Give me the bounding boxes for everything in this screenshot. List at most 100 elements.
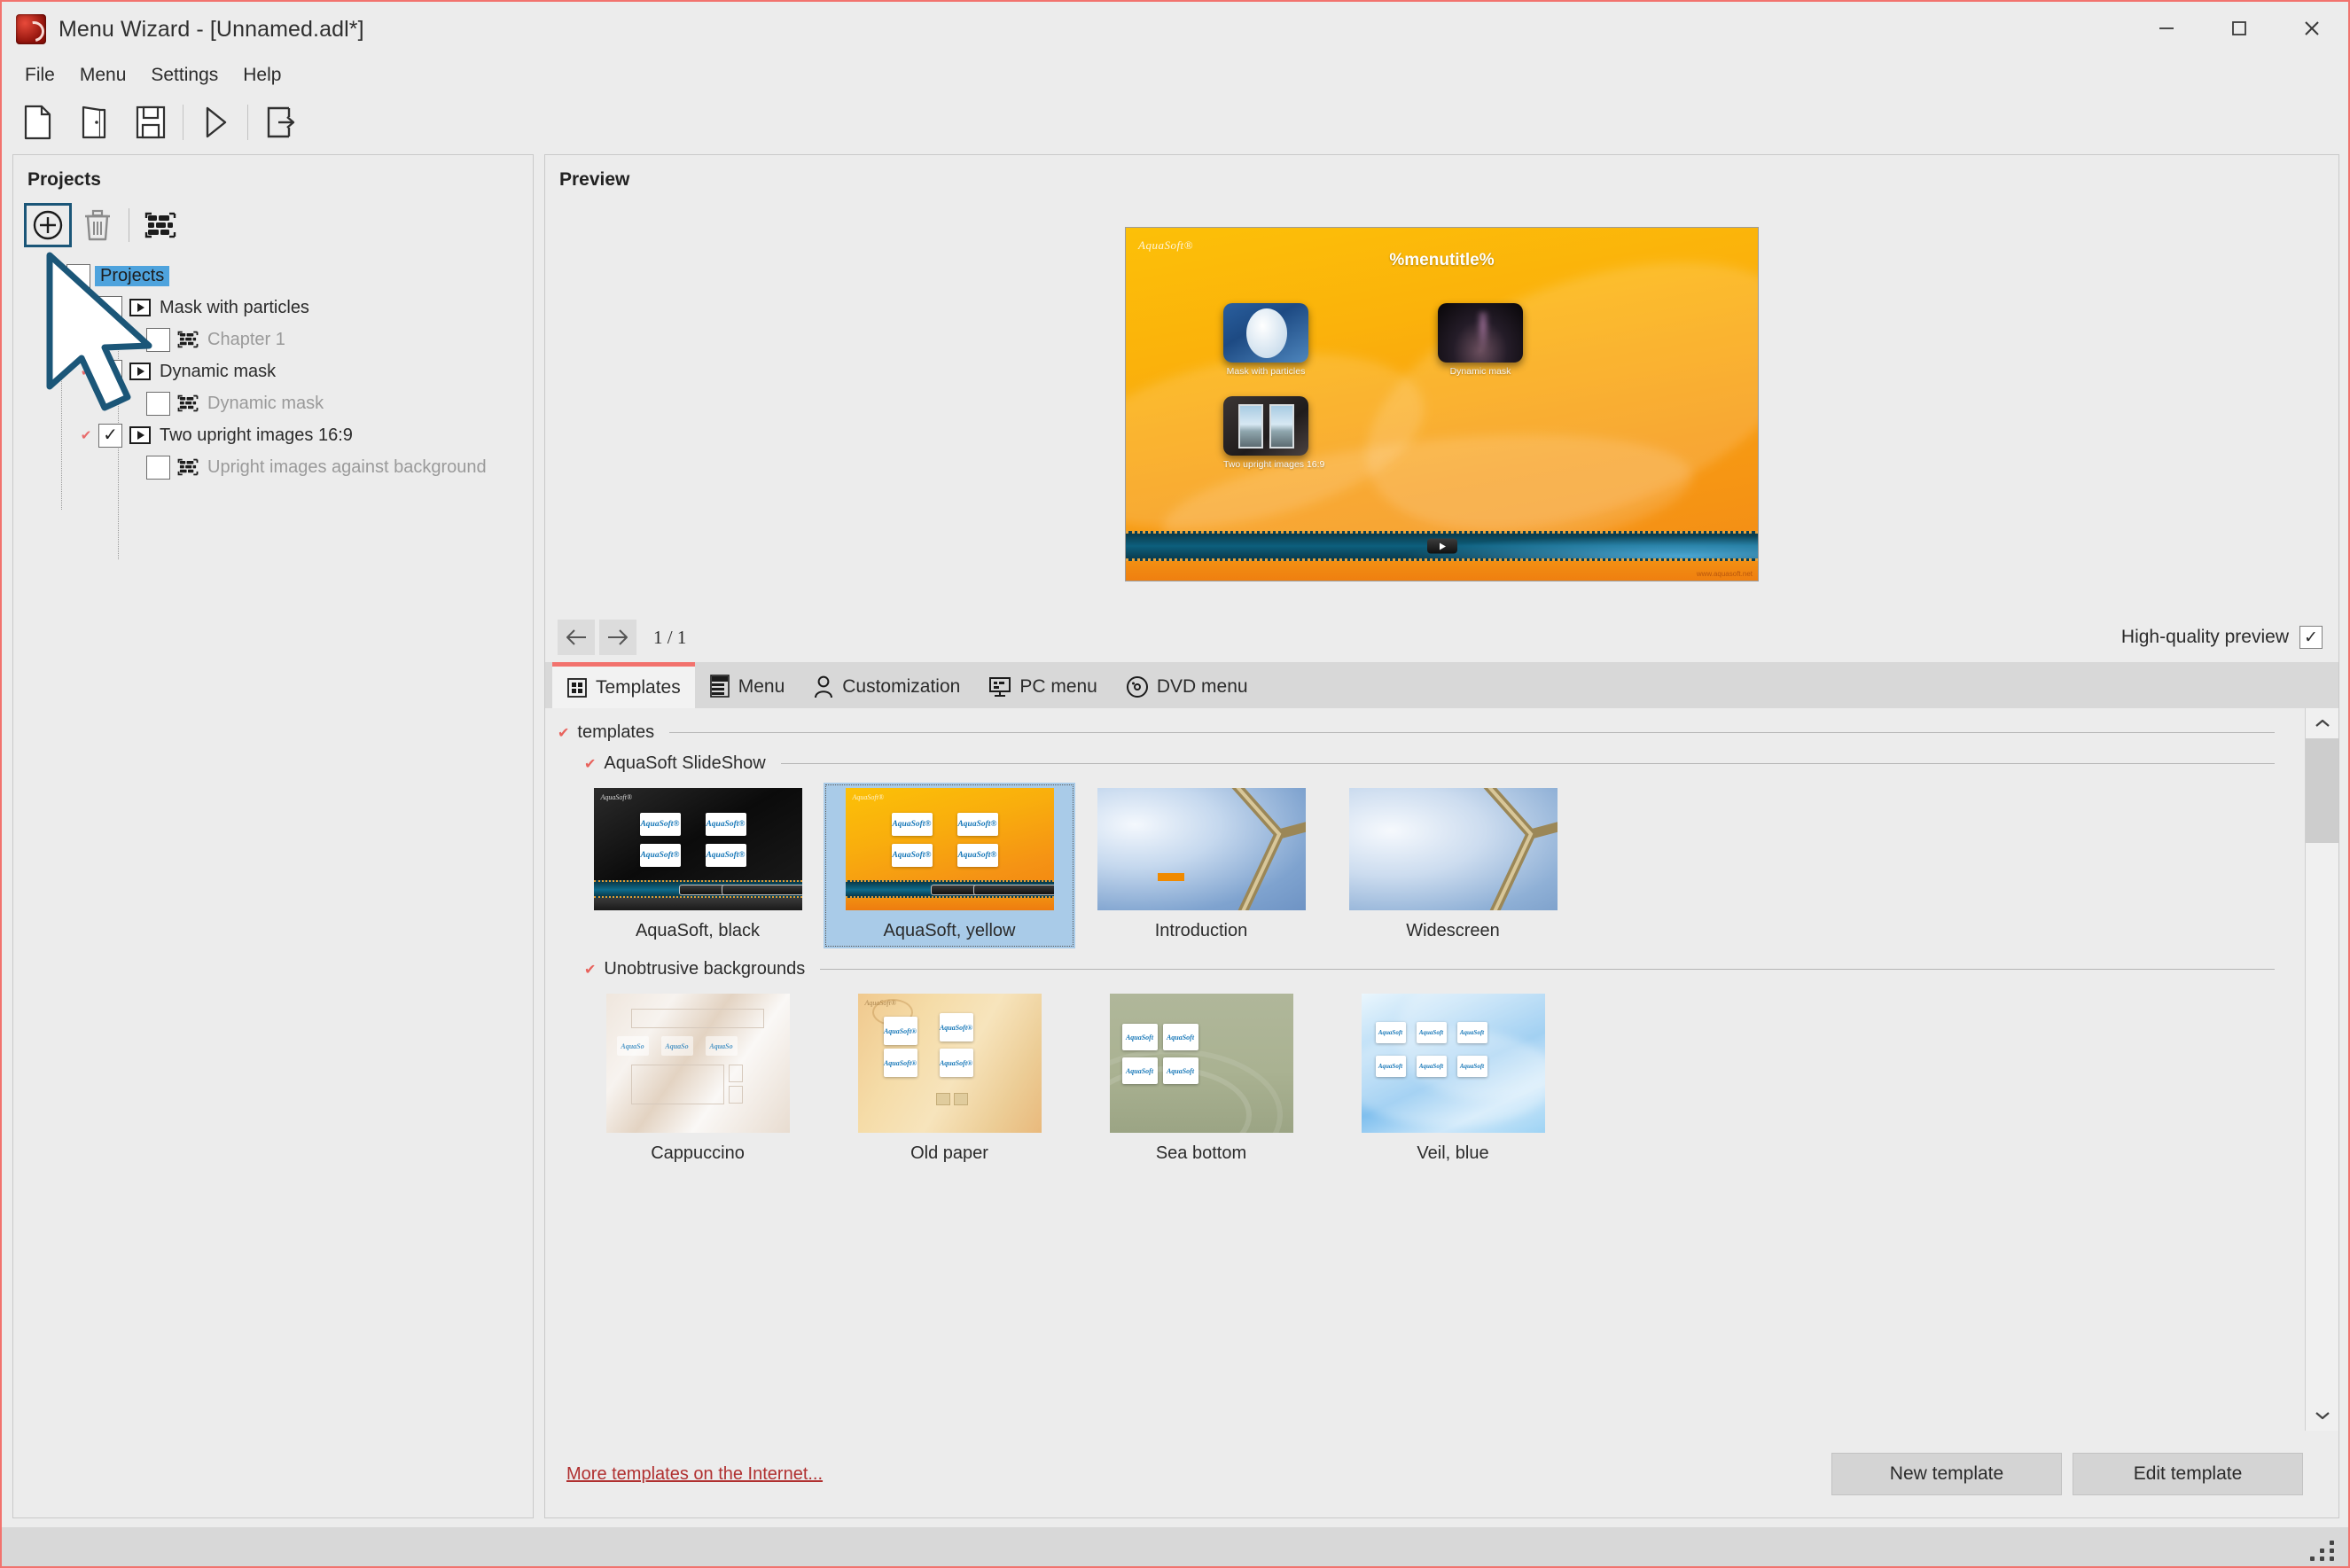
tree-row[interactable]: Dynamic mask: [22, 387, 533, 419]
tab-templates[interactable]: Templates: [552, 662, 695, 708]
template-card[interactable]: AquaSo AquaSo AquaSo Cappuccino: [572, 988, 824, 1171]
more-templates-link[interactable]: More templates on the Internet...: [566, 1464, 823, 1485]
template-logo-tile: AquaSoft®: [640, 813, 681, 836]
add-chapter-button[interactable]: [137, 203, 184, 247]
chevron-down-icon[interactable]: ✔: [584, 755, 596, 773]
main-window: Menu Wizard - [Unnamed.adl*] File Menu S…: [0, 0, 2350, 1568]
preview-item[interactable]: Mask with particles: [1223, 303, 1308, 377]
tab-dvd-menu[interactable]: DVD menu: [1112, 666, 1262, 708]
group-header-aquasoft-slideshow[interactable]: ✔ AquaSoft SlideShow: [552, 753, 2305, 774]
group-rule: [781, 763, 2275, 764]
template-card[interactable]: AquaSoft® AquaSoft® AquaSoft® AquaSoft® …: [824, 988, 1075, 1171]
tree-row[interactable]: Upright images against background: [22, 451, 533, 483]
expander-icon[interactable]: ✔: [49, 269, 60, 283]
expander-icon[interactable]: ✔: [81, 365, 92, 378]
template-card-selected[interactable]: AquaSoft® AquaSoft® AquaSoft® AquaSoft® …: [824, 783, 1075, 948]
tree-row[interactable]: ✔ Projects: [22, 260, 533, 292]
template-logo-tile: AquaSoft: [1457, 1022, 1487, 1043]
minimize-button[interactable]: [2130, 2, 2203, 55]
resize-grip[interactable]: [2310, 1541, 2336, 1561]
high-quality-preview-label: High-quality preview: [2121, 627, 2289, 648]
chevron-down-icon[interactable]: ✔: [584, 961, 596, 979]
tree-row[interactable]: ✔ Dynamic mask: [22, 355, 533, 387]
tree-checkbox[interactable]: [66, 264, 90, 288]
tree-checkbox[interactable]: [98, 296, 122, 320]
decorative-frame: [1097, 788, 1306, 910]
template-logo-tile: AquaSoft®: [884, 1049, 917, 1077]
template-thumbnail: AquaSo AquaSo AquaSo: [606, 994, 790, 1133]
placeholder-box: [631, 1009, 764, 1028]
preview-filmstrip: [1126, 531, 1758, 561]
play-icon: [127, 424, 153, 447]
delete-project-button[interactable]: [74, 203, 121, 247]
tree-checkbox[interactable]: [146, 328, 170, 352]
template-thumbnail: AquaSoft® AquaSoft® AquaSoft® AquaSoft® …: [594, 788, 802, 910]
tree-row[interactable]: Mask with particles: [22, 292, 533, 324]
preview-frame[interactable]: AquaSoft® %menutitle% Mask with particle…: [1125, 227, 1759, 581]
edit-template-button[interactable]: Edit template: [2073, 1453, 2303, 1495]
close-button[interactable]: [2276, 2, 2348, 55]
new-template-button[interactable]: New template: [1831, 1453, 2062, 1495]
template-logo-tile: AquaSoft®: [957, 844, 998, 867]
maximize-button[interactable]: [2203, 2, 2276, 55]
template-card[interactable]: AquaSoft® AquaSoft® AquaSoft® AquaSoft® …: [572, 783, 824, 948]
menu-item-file[interactable]: File: [14, 61, 66, 90]
play-icon[interactable]: [187, 96, 244, 149]
template-logo-tile: AquaSoft®: [706, 813, 746, 836]
tree-checkbox[interactable]: [146, 456, 170, 480]
tree-row[interactable]: Chapter 1: [22, 324, 533, 355]
save-file-icon[interactable]: [122, 96, 179, 149]
chevron-down-icon[interactable]: ✔: [558, 724, 569, 742]
scroll-up-button[interactable]: [2306, 708, 2338, 738]
new-file-icon[interactable]: [9, 96, 66, 149]
projects-panel-title: Projects: [13, 155, 533, 196]
expander-icon[interactable]: ✔: [81, 429, 92, 442]
preview-item[interactable]: Two upright images 16:9: [1223, 396, 1324, 470]
preview-item[interactable]: Dynamic mask: [1438, 303, 1523, 377]
menu-item-settings[interactable]: Settings: [140, 61, 229, 90]
tree-checkbox[interactable]: [98, 360, 122, 384]
template-card[interactable]: AquaSoft AquaSoft AquaSoft AquaSoft Aqua…: [1327, 988, 1579, 1171]
tree-item-label: Two upright images 16:9: [160, 425, 353, 446]
menu-item-help[interactable]: Help: [232, 61, 292, 90]
template-card[interactable]: Widescreen: [1327, 783, 1579, 948]
high-quality-preview-checkbox[interactable]: ✓: [2299, 626, 2323, 649]
template-name: Cappuccino: [651, 1143, 745, 1164]
template-card[interactable]: AquaSoft AquaSoft AquaSoft AquaSoft Sea …: [1075, 988, 1327, 1171]
preview-prev-button[interactable]: [558, 620, 595, 655]
title-bar: Menu Wizard - [Unnamed.adl*]: [2, 2, 2348, 57]
open-file-icon[interactable]: [66, 96, 122, 149]
export-icon[interactable]: [252, 96, 308, 149]
tab-strip: Templates Menu Customization: [545, 662, 2338, 708]
template-grid-unobtrusive: AquaSo AquaSo AquaSo Cappuccino: [552, 979, 2305, 1171]
tree-checkbox[interactable]: [98, 424, 122, 448]
scrollbar-track[interactable]: [2306, 738, 2338, 1400]
scrollbar-thumb[interactable]: [2306, 738, 2338, 843]
template-logo-tile: AquaSoft®: [940, 1049, 973, 1077]
scroll-down-button[interactable]: [2306, 1400, 2338, 1431]
template-thumbnail: AquaSoft® AquaSoft® AquaSoft® AquaSoft® …: [846, 788, 1054, 910]
group-header-templates[interactable]: ✔ templates: [552, 722, 2305, 743]
template-logo-tile: AquaSo: [706, 1036, 738, 1056]
template-footer-strip: [594, 898, 802, 910]
template-logo-tile: AquaSo: [617, 1036, 649, 1056]
tree-row[interactable]: ✔ Two upright images 16:9: [22, 419, 533, 451]
projects-toolbar: [13, 196, 533, 247]
tab-customization[interactable]: Customization: [799, 666, 974, 708]
add-project-button[interactable]: [24, 203, 72, 247]
tree-item-label: Projects: [95, 266, 169, 286]
tree-item-label: Dynamic mask: [207, 394, 324, 414]
tree-checkbox[interactable]: [146, 392, 170, 416]
tab-pc-menu[interactable]: PC menu: [974, 666, 1112, 708]
tab-menu[interactable]: Menu: [695, 666, 800, 708]
group-header-unobtrusive-backgrounds[interactable]: ✔ Unobtrusive backgrounds: [552, 959, 2305, 979]
preview-play-button[interactable]: [1427, 539, 1457, 554]
preview-next-button[interactable]: [599, 620, 636, 655]
menu-item-menu[interactable]: Menu: [69, 61, 137, 90]
preview-menu-title: %menutitle%: [1126, 251, 1758, 270]
template-card[interactable]: Introduction: [1075, 783, 1327, 948]
templates-scrollbar[interactable]: [2305, 708, 2338, 1431]
template-thumbnail: AquaSoft AquaSoft AquaSoft AquaSoft Aqua…: [1362, 994, 1545, 1133]
menu-list-icon: [709, 675, 730, 699]
high-quality-preview[interactable]: High-quality preview ✓: [2121, 626, 2323, 649]
